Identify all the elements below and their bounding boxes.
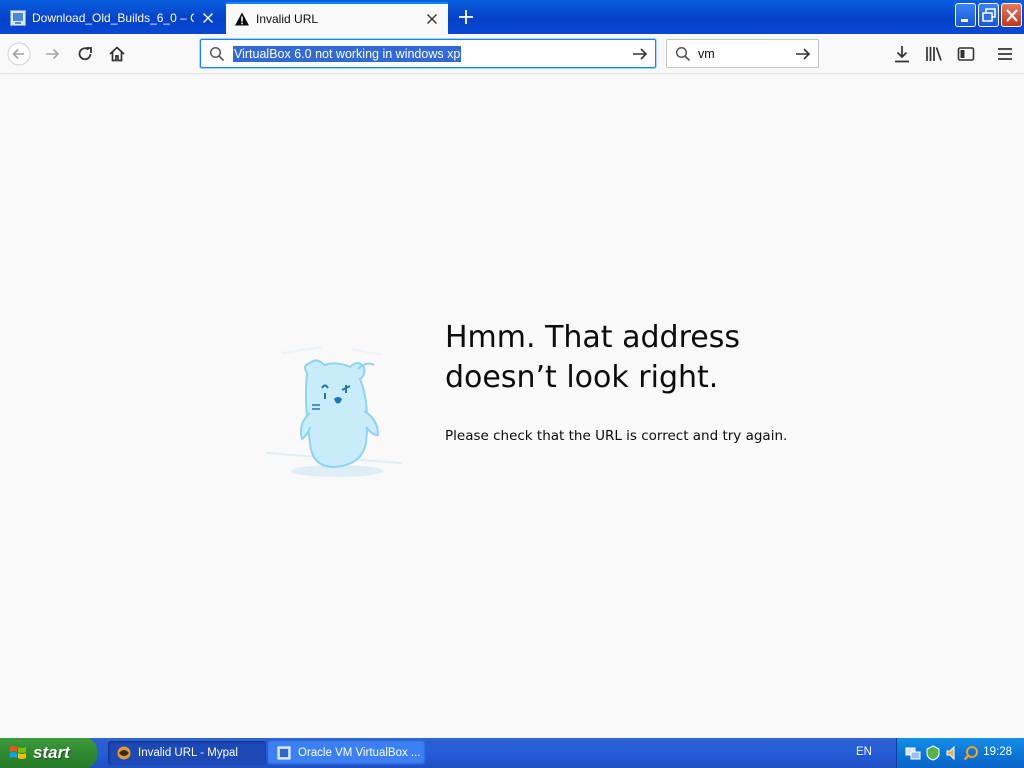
tab-download-old-builds[interactable]: Download_Old_Builds_6_0 – Oracle VM Virt… [2,2,224,34]
search-input-value[interactable]: vm [698,47,715,61]
tab-label: Download_Old_Builds_6_0 – Oracle VM Virt… [32,11,194,25]
window-close-button[interactable] [1001,3,1022,27]
tab-invalid-url[interactable]: Invalid URL [226,2,448,34]
taskbar-item-virtualbox[interactable]: Oracle VM VirtualBox ... [268,741,426,765]
mypal-app-icon [117,746,131,760]
virtualbox-app-icon [277,746,291,760]
search-icon[interactable] [963,745,979,761]
reload-icon[interactable] [73,42,97,66]
search-icon [675,46,691,62]
library-icon[interactable] [922,42,946,66]
close-icon [1006,9,1018,22]
error-page: Hmm. That address doesn’t look right. Pl… [0,75,1024,738]
menu-hamburger-icon[interactable] [993,42,1017,66]
search-bar[interactable]: vm [666,39,819,68]
error-title: Hmm. That address doesn’t look right. [445,320,740,395]
security-shield-icon[interactable] [925,745,941,761]
taskbar-item-label: Oracle VM VirtualBox ... [298,747,421,759]
title-bar: Download_Old_Builds_6_0 – Oracle VM Virt… [0,0,1024,34]
clock: 19:28 [983,746,1012,758]
tab-label: Invalid URL [256,12,319,26]
warning-icon [235,12,249,26]
sidebar-icon[interactable] [954,42,978,66]
language-indicator[interactable]: EN [856,746,872,758]
url-bar[interactable]: VirtualBox 6.0 not working in windows xp [200,39,656,68]
confused-mascot-illustration [265,346,403,477]
download-icon[interactable] [890,42,914,66]
start-button[interactable]: start [0,738,97,768]
minimize-icon [961,19,968,22]
start-label: start [33,743,70,762]
forward-arrow-icon[interactable] [41,42,65,66]
search-icon [209,46,225,62]
system-tray: 19:28 [896,738,1024,768]
close-icon[interactable] [200,10,216,26]
restore-icon [982,8,996,22]
back-arrow-icon[interactable] [7,42,31,66]
minimize-button[interactable] [955,3,976,27]
home-icon[interactable] [105,42,129,66]
close-icon[interactable] [424,11,440,27]
error-description: Please check that the URL is correct and… [445,428,788,444]
navigation-toolbar: VirtualBox 6.0 not working in windows xp… [0,34,1024,74]
restore-button[interactable] [978,3,999,27]
go-arrow-icon[interactable] [794,45,812,63]
network-icon[interactable] [905,745,921,761]
taskbar: start Invalid URL - Mypal Oracle VM Virt… [0,738,1024,768]
taskbar-item-label: Invalid URL - Mypal [138,747,238,759]
go-arrow-icon[interactable] [631,45,649,63]
url-input-value[interactable]: VirtualBox 6.0 not working in windows xp [233,46,462,62]
speaker-icon[interactable] [945,745,961,761]
virtualbox-page-icon [10,10,26,26]
new-tab-plus-icon[interactable] [452,5,480,29]
windows-logo-icon [10,746,26,759]
taskbar-item-mypal[interactable]: Invalid URL - Mypal [108,741,266,765]
